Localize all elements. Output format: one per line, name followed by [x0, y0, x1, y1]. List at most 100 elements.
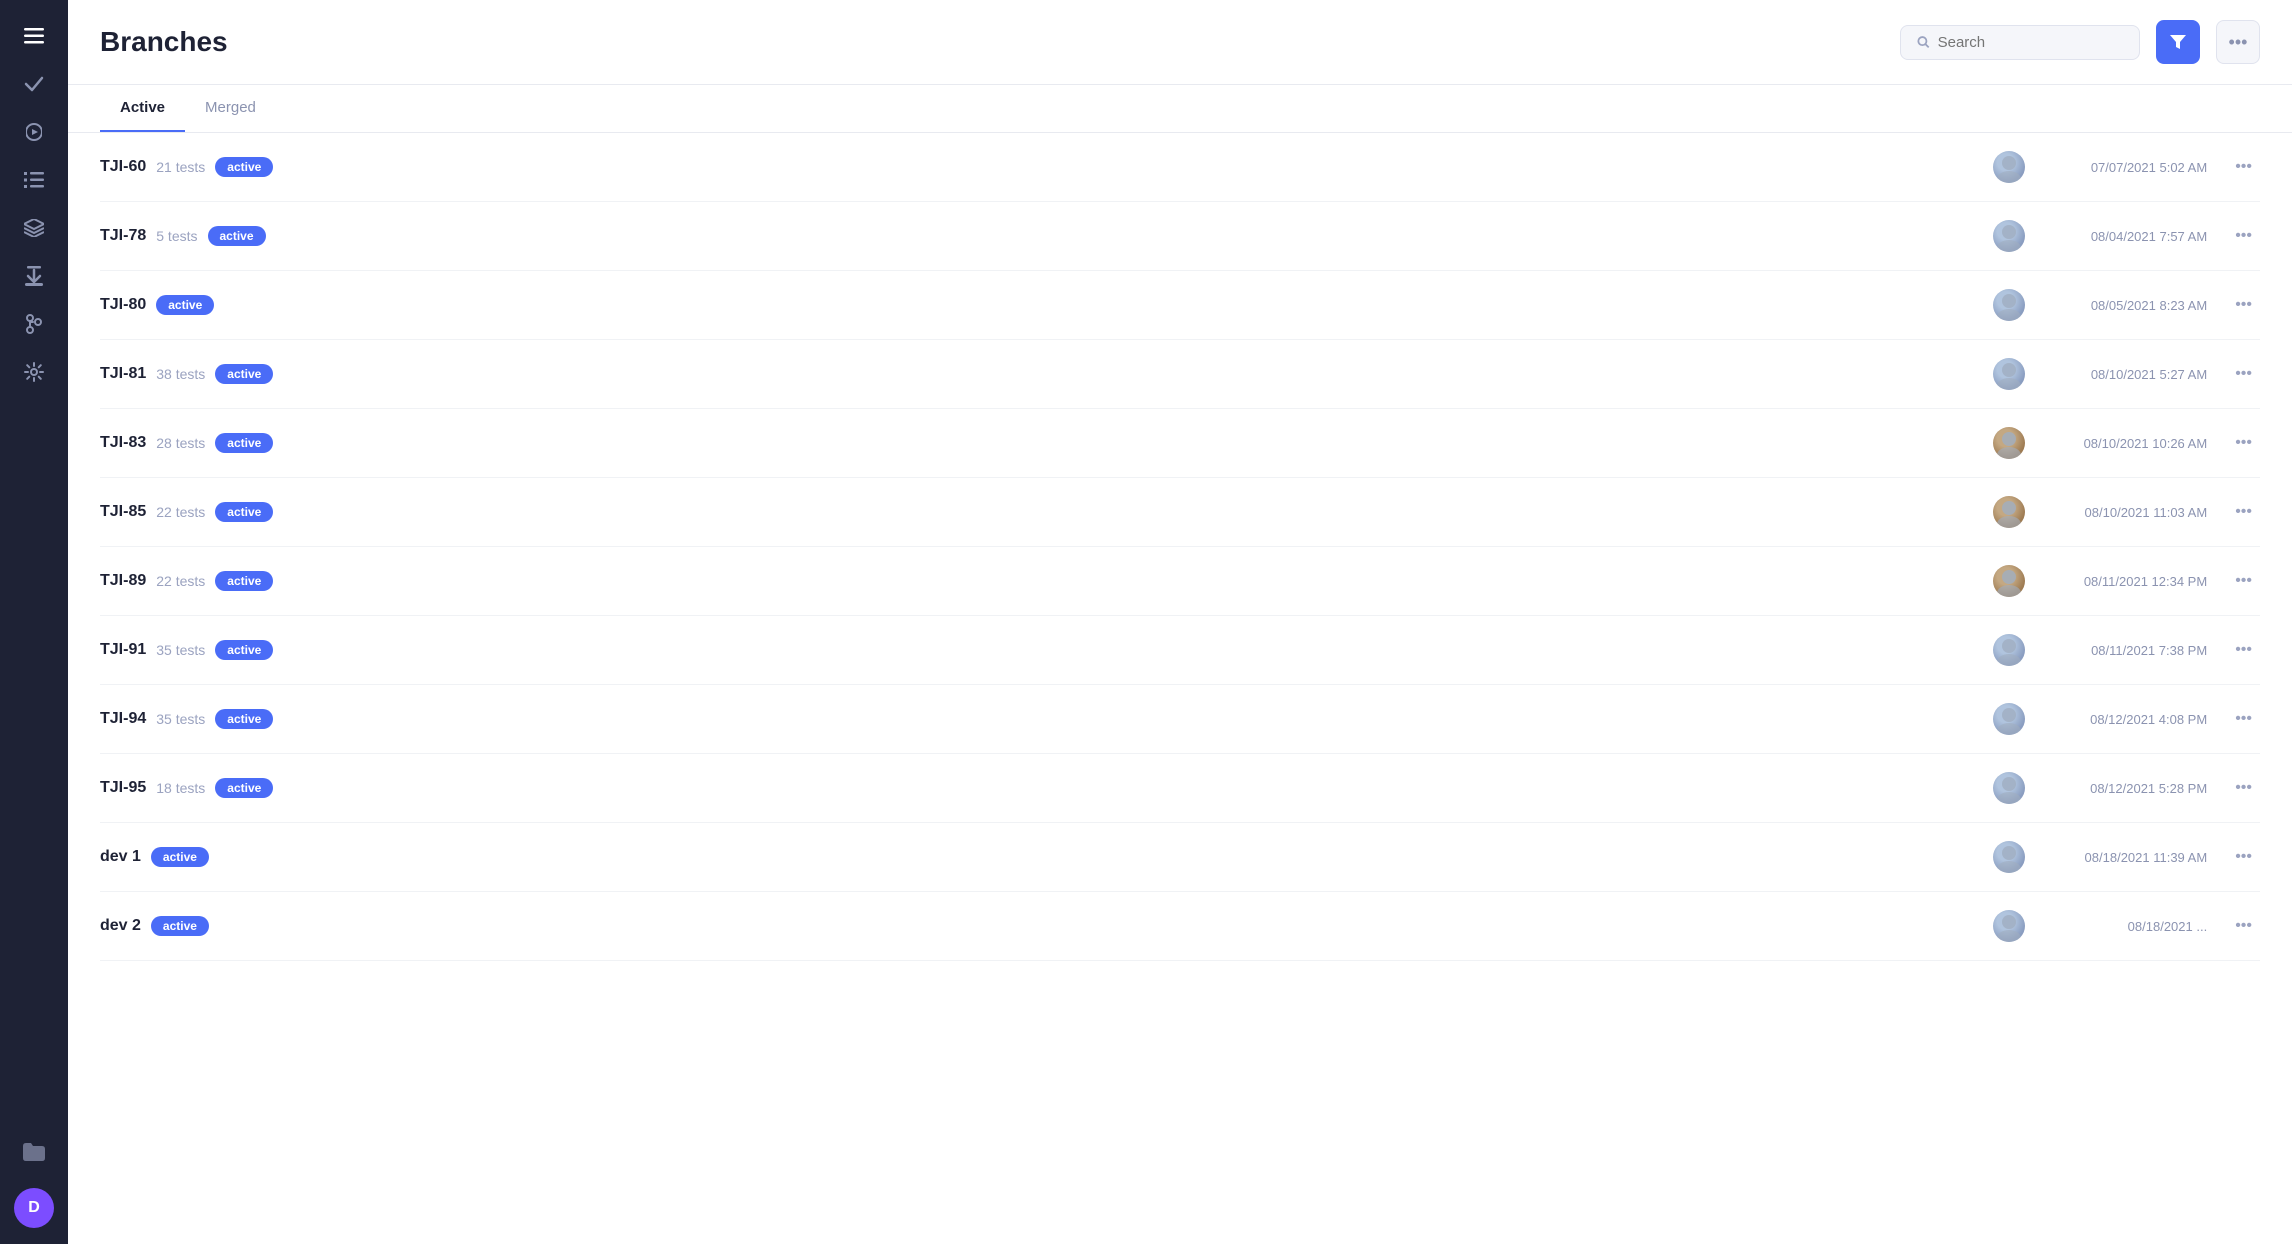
- branch-tests: 22 tests: [156, 573, 205, 589]
- branch-more-button[interactable]: •••: [2227, 499, 2260, 525]
- branch-info: dev 2 active: [100, 916, 1993, 936]
- tabs-container: Active Merged: [68, 85, 2292, 133]
- branch-info: TJI-89 22 tests active: [100, 571, 1993, 591]
- branch-name: dev 2: [100, 917, 141, 935]
- table-row: TJI-91 35 tests active 08/11/2021 7:38 P…: [100, 616, 2260, 685]
- settings-icon[interactable]: [14, 352, 54, 392]
- sidebar: D: [0, 0, 68, 1244]
- branch-date: 08/18/2021 11:39 AM: [2037, 850, 2207, 865]
- branch-more-button[interactable]: •••: [2227, 430, 2260, 456]
- play-icon[interactable]: [14, 112, 54, 152]
- branch-name: TJI-60: [100, 158, 146, 176]
- layers-icon[interactable]: [14, 208, 54, 248]
- branch-more-button[interactable]: •••: [2227, 223, 2260, 249]
- branch-tests: 22 tests: [156, 504, 205, 520]
- branch-info: TJI-81 38 tests active: [100, 364, 1993, 384]
- table-row: TJI-83 28 tests active 08/10/2021 10:26 …: [100, 409, 2260, 478]
- branch-name: TJI-81: [100, 365, 146, 383]
- branch-list: TJI-60 21 tests active 07/07/2021 5:02 A…: [68, 133, 2292, 1244]
- search-input[interactable]: [1938, 34, 2123, 51]
- branch-tests: 35 tests: [156, 711, 205, 727]
- avatar: [1993, 496, 2025, 528]
- branch-date: 08/18/2021 ...: [2037, 919, 2207, 934]
- branch-tests: 5 tests: [156, 228, 197, 244]
- branch-info: TJI-95 18 tests active: [100, 778, 1993, 798]
- avatar: [1993, 910, 2025, 942]
- branch-tests: 28 tests: [156, 435, 205, 451]
- branch-meta: 07/07/2021 5:02 AM •••: [1993, 151, 2260, 183]
- table-row: TJI-81 38 tests active 08/10/2021 5:27 A…: [100, 340, 2260, 409]
- branch-info: dev 1 active: [100, 847, 1993, 867]
- branch-more-button[interactable]: •••: [2227, 637, 2260, 663]
- check-icon[interactable]: [14, 64, 54, 104]
- status-badge: active: [208, 226, 266, 246]
- status-badge: active: [215, 502, 273, 522]
- branch-info: TJI-85 22 tests active: [100, 502, 1993, 522]
- branch-more-button[interactable]: •••: [2227, 154, 2260, 180]
- branch-more-button[interactable]: •••: [2227, 706, 2260, 732]
- branch-info: TJI-94 35 tests active: [100, 709, 1993, 729]
- branch-info: TJI-80 active: [100, 295, 1993, 315]
- branch-more-button[interactable]: •••: [2227, 775, 2260, 801]
- table-row: dev 2 active 08/18/2021 ... •••: [100, 892, 2260, 961]
- branch-meta: 08/05/2021 8:23 AM •••: [1993, 289, 2260, 321]
- branch-name: TJI-95: [100, 779, 146, 797]
- search-icon: [1917, 35, 1930, 49]
- branch-more-button[interactable]: •••: [2227, 292, 2260, 318]
- filter-button[interactable]: [2156, 20, 2200, 64]
- branch-meta: 08/11/2021 7:38 PM •••: [1993, 634, 2260, 666]
- branch-tests: 18 tests: [156, 780, 205, 796]
- branch-meta: 08/10/2021 10:26 AM •••: [1993, 427, 2260, 459]
- branch-date: 08/12/2021 5:28 PM: [2037, 781, 2207, 796]
- branch-date: 08/10/2021 11:03 AM: [2037, 505, 2207, 520]
- table-row: dev 1 active 08/18/2021 11:39 AM •••: [100, 823, 2260, 892]
- avatar: [1993, 151, 2025, 183]
- branch-meta: 08/18/2021 11:39 AM •••: [1993, 841, 2260, 873]
- table-row: TJI-94 35 tests active 08/12/2021 4:08 P…: [100, 685, 2260, 754]
- branch-name: TJI-85: [100, 503, 146, 521]
- table-row: TJI-95 18 tests active 08/12/2021 5:28 P…: [100, 754, 2260, 823]
- search-box: [1900, 25, 2140, 60]
- branch-meta: 08/18/2021 ... •••: [1993, 910, 2260, 942]
- status-badge: active: [215, 640, 273, 660]
- git-icon[interactable]: [14, 304, 54, 344]
- folder-icon[interactable]: [14, 1132, 54, 1172]
- table-row: TJI-85 22 tests active 08/10/2021 11:03 …: [100, 478, 2260, 547]
- branch-more-button[interactable]: •••: [2227, 844, 2260, 870]
- branch-date: 08/10/2021 5:27 AM: [2037, 367, 2207, 382]
- list-check-icon[interactable]: [14, 160, 54, 200]
- branch-date: 08/11/2021 7:38 PM: [2037, 643, 2207, 658]
- import-icon[interactable]: [14, 256, 54, 296]
- branch-name: TJI-80: [100, 296, 146, 314]
- branch-tests: 21 tests: [156, 159, 205, 175]
- branch-more-button[interactable]: •••: [2227, 913, 2260, 939]
- avatar: [1993, 634, 2025, 666]
- branch-info: TJI-91 35 tests active: [100, 640, 1993, 660]
- more-options-button[interactable]: •••: [2216, 20, 2260, 64]
- avatar: [1993, 772, 2025, 804]
- branch-date: 08/10/2021 10:26 AM: [2037, 436, 2207, 451]
- tab-merged[interactable]: Merged: [185, 85, 276, 132]
- branch-info: TJI-83 28 tests active: [100, 433, 1993, 453]
- branch-name: TJI-83: [100, 434, 146, 452]
- user-avatar[interactable]: D: [14, 1188, 54, 1228]
- main-content: Branches ••• Active Merged TJI-60 21 tes…: [68, 0, 2292, 1244]
- branch-date: 07/07/2021 5:02 AM: [2037, 160, 2207, 175]
- branch-meta: 08/10/2021 11:03 AM •••: [1993, 496, 2260, 528]
- branch-meta: 08/12/2021 4:08 PM •••: [1993, 703, 2260, 735]
- status-badge: active: [215, 157, 273, 177]
- tab-active[interactable]: Active: [100, 85, 185, 132]
- table-row: TJI-89 22 tests active 08/11/2021 12:34 …: [100, 547, 2260, 616]
- branch-more-button[interactable]: •••: [2227, 568, 2260, 594]
- page-title: Branches: [100, 26, 1884, 58]
- avatar: [1993, 427, 2025, 459]
- branch-meta: 08/10/2021 5:27 AM •••: [1993, 358, 2260, 390]
- menu-icon[interactable]: [14, 16, 54, 56]
- branch-meta: 08/12/2021 5:28 PM •••: [1993, 772, 2260, 804]
- branch-more-button[interactable]: •••: [2227, 361, 2260, 387]
- branch-name: TJI-91: [100, 641, 146, 659]
- branch-date: 08/12/2021 4:08 PM: [2037, 712, 2207, 727]
- page-header: Branches •••: [68, 0, 2292, 85]
- table-row: TJI-80 active 08/05/2021 8:23 AM •••: [100, 271, 2260, 340]
- avatar: [1993, 358, 2025, 390]
